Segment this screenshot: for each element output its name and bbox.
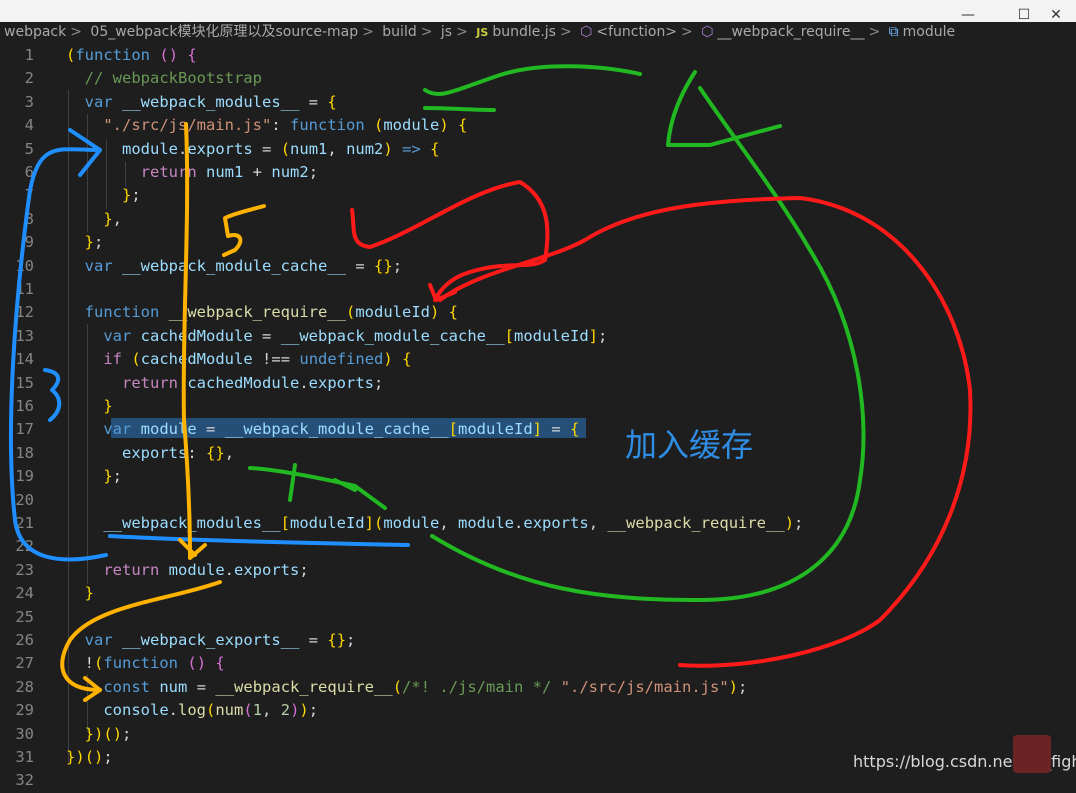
- blue-brace: [43, 368, 62, 422]
- yellow-arrow-down: [178, 122, 207, 560]
- red-arrow-12: [350, 180, 550, 302]
- green-arrow-4: [248, 463, 387, 510]
- hand-drawn-annotations: [8, 64, 973, 702]
- green-triangle: [666, 70, 812, 252]
- yellow-arrow-to-call: [60, 580, 222, 702]
- blue-underline: [108, 534, 410, 547]
- green-big-loop: [430, 248, 866, 602]
- blue-arrow-left: [8, 128, 108, 562]
- green-arrow-top: [423, 64, 642, 112]
- red-big-loop: [438, 196, 973, 668]
- yellow-five: [222, 204, 266, 257]
